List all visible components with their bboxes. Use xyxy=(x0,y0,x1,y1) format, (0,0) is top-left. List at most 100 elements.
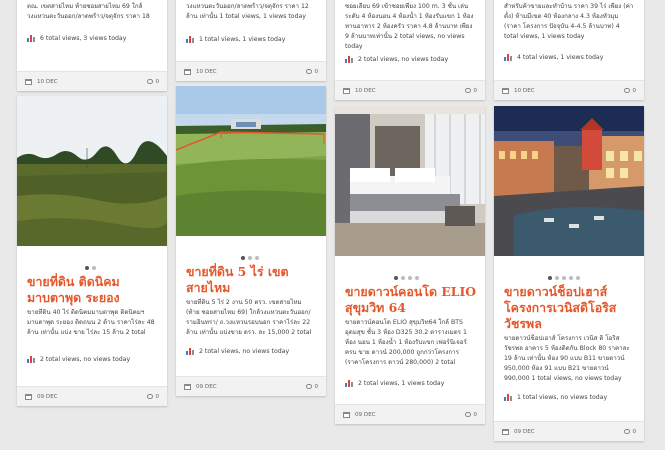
post-title[interactable]: ขายที่ดิน ติดนิคม มาบตาพุด ระยอง xyxy=(27,274,159,306)
carousel-dot[interactable] xyxy=(555,276,559,280)
post-excerpt: ขายที่ดิน 40 ไร่ ติดนิคมมาบตาพุด ติดนิคม… xyxy=(27,309,155,336)
stats-chart-icon xyxy=(504,394,512,401)
comment-icon xyxy=(147,394,154,399)
stats-chart-icon xyxy=(186,348,194,355)
calendar-icon xyxy=(343,411,350,418)
carousel-dot[interactable] xyxy=(562,276,566,280)
comments-link[interactable]: 0 xyxy=(465,88,477,94)
post-title[interactable]: ขายดาวน์ช็อปเฮาส์ โครงการเวนิสดิโอริส วั… xyxy=(504,284,636,332)
comment-icon xyxy=(624,88,631,93)
post-card-4-top: สำหรับค้าขายและทำบ้าน ราคา 39 ไร่ เพียง … xyxy=(494,0,644,100)
post-excerpt: ขายที่ดิน 5 ไร่ 2 งาน 50 ตรว. เขตสายไหม … xyxy=(186,299,312,336)
calendar-icon xyxy=(25,393,32,400)
carousel-dot[interactable] xyxy=(408,276,412,280)
view-stats-text: 2 total views, no views today xyxy=(40,356,131,363)
view-stats: 4 total views, 1 views today xyxy=(504,54,634,61)
comment-icon xyxy=(147,79,154,84)
carousel-dot[interactable] xyxy=(401,276,405,280)
comments-link[interactable]: 0 xyxy=(465,412,477,418)
post-excerpt: สำหรับค้าขายและทำบ้าน ราคา 39 ไร่ เพียง … xyxy=(504,3,634,40)
post-image-land-field[interactable] xyxy=(17,96,167,246)
card-footer: 10 DEC 0 xyxy=(17,71,167,91)
comments-link[interactable]: 0 xyxy=(147,79,159,85)
post-date: 10 DEC xyxy=(37,78,58,85)
comments-link[interactable]: 0 xyxy=(624,429,636,435)
calendar-icon xyxy=(502,428,509,435)
view-stats: 2 total views, no views today xyxy=(345,56,475,63)
view-stats: 6 total views, 3 views today xyxy=(27,35,157,42)
post-excerpt: ตณ. เขตสายไหม ท้ายซอยสายไหม 69 ใกล้ วงแห… xyxy=(27,3,150,20)
view-stats: 2 total views, 1 views today xyxy=(345,380,475,387)
carousel-dot[interactable] xyxy=(548,276,552,280)
comment-icon xyxy=(465,88,472,93)
carousel-dot[interactable] xyxy=(92,266,96,270)
carousel-dot[interactable] xyxy=(255,256,259,260)
calendar-icon xyxy=(343,87,350,94)
post-date: 09 DEC xyxy=(37,393,58,400)
post-title[interactable]: ขายดาวน์คอนโด ELIO สุขุมวิท 64 xyxy=(345,284,477,316)
view-stats-text: 2 total views, 1 views today xyxy=(358,380,445,387)
comment-icon xyxy=(465,412,472,417)
calendar-icon xyxy=(184,383,191,390)
view-stats: 2 total views, no views today xyxy=(186,348,316,355)
post-card-1-top: ตณ. เขตสายไหม ท้ายซอยสายไหม 69 ใกล้ วงแห… xyxy=(17,0,167,91)
card-footer: 10 DEC 0 xyxy=(176,61,326,81)
view-stats-text: 1 total views, no views today xyxy=(517,394,608,401)
post-image-venice-shophouse[interactable] xyxy=(494,106,644,256)
post-image-land-plot[interactable] xyxy=(176,86,326,236)
post-image-condo-bedroom[interactable] xyxy=(335,106,485,256)
view-stats-text: 4 total views, 1 views today xyxy=(517,54,604,61)
post-card-3-top: ซอยเลียบ 69 เข้าซอยเพียง 100 m. 3 ชั้น เ… xyxy=(335,0,485,100)
carousel-dot[interactable] xyxy=(85,266,89,270)
comment-icon xyxy=(624,429,631,434)
card-footer: 09 DEC 0 xyxy=(335,404,485,424)
carousel-dots[interactable] xyxy=(548,276,580,280)
stats-chart-icon xyxy=(345,380,353,387)
post-date: 10 DEC xyxy=(196,68,217,75)
comment-count: 0 xyxy=(632,428,636,435)
stats-chart-icon xyxy=(504,54,512,61)
comments-link[interactable]: 0 xyxy=(147,394,159,400)
view-stats: 2 total views, no views today xyxy=(27,356,157,363)
card-footer: 09 DEC 0 xyxy=(176,376,326,396)
carousel-dot[interactable] xyxy=(569,276,573,280)
post-date: 09 DEC xyxy=(355,411,376,418)
carousel-dot[interactable] xyxy=(241,256,245,260)
calendar-icon xyxy=(184,68,191,75)
carousel-dot[interactable] xyxy=(394,276,398,280)
comments-link[interactable]: 0 xyxy=(306,69,318,75)
comment-count: 0 xyxy=(155,78,159,85)
comments-link[interactable]: 0 xyxy=(624,88,636,94)
view-stats-text: 2 total views, no views today xyxy=(199,348,290,355)
view-stats: 1 total views, 1 views today xyxy=(186,36,316,43)
comment-icon xyxy=(306,69,313,74)
carousel-dots[interactable] xyxy=(85,266,96,270)
stats-chart-icon xyxy=(27,35,35,42)
carousel-dots[interactable] xyxy=(394,276,419,280)
post-excerpt: ขายดาวน์ช็อปเฮาส์ โครงการ เวนิส ดิ โอริส… xyxy=(504,335,630,382)
carousel-dot[interactable] xyxy=(248,256,252,260)
stats-chart-icon xyxy=(27,356,35,363)
post-card-2: ขายที่ดิน 5 ไร่ เขต สายไหม ขายที่ดิน 5 ไ… xyxy=(176,86,326,396)
carousel-dot[interactable] xyxy=(415,276,419,280)
comment-count: 0 xyxy=(473,411,477,418)
carousel-dot[interactable] xyxy=(576,276,580,280)
post-title[interactable]: ขายที่ดิน 5 ไร่ เขต สายไหม xyxy=(186,264,318,296)
calendar-icon xyxy=(25,78,32,85)
comment-count: 0 xyxy=(473,87,477,94)
carousel-dots[interactable] xyxy=(241,256,259,260)
comment-count: 0 xyxy=(155,393,159,400)
view-stats-text: 2 total views, no views today xyxy=(358,56,449,63)
post-excerpt: ซอยเลียบ 69 เข้าซอยเพียง 100 m. 3 ชั้น เ… xyxy=(345,3,474,50)
card-footer: 10 DEC 0 xyxy=(494,80,644,100)
comment-count: 0 xyxy=(632,87,636,94)
post-date: 09 DEC xyxy=(196,383,217,390)
view-stats: 1 total views, no views today xyxy=(504,394,634,401)
post-date: 10 DEC xyxy=(355,87,376,94)
view-stats-text: 1 total views, 1 views today xyxy=(199,36,286,43)
post-date: 09 DEC xyxy=(514,428,535,435)
post-card-3: ขายดาวน์คอนโด ELIO สุขุมวิท 64 ขายดาวน์ค… xyxy=(335,106,485,424)
post-card-4: ขายดาวน์ช็อปเฮาส์ โครงการเวนิสดิโอริส วั… xyxy=(494,106,644,441)
comments-link[interactable]: 0 xyxy=(306,384,318,390)
comment-count: 0 xyxy=(314,68,318,75)
